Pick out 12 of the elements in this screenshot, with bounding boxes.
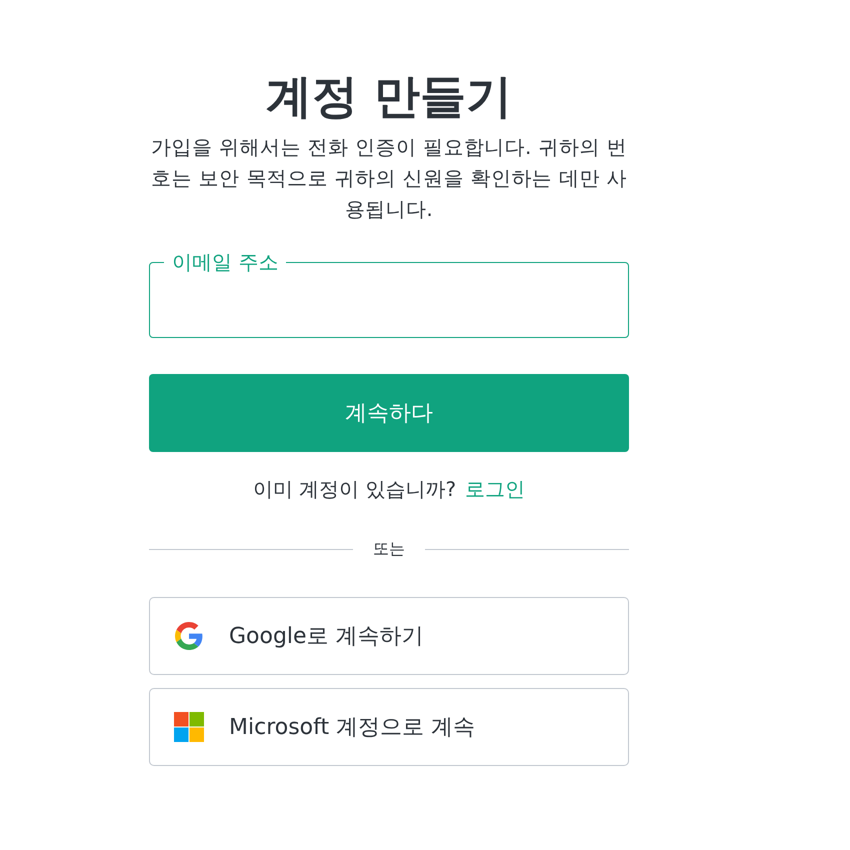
google-g-icon xyxy=(175,622,203,650)
continue-button[interactable]: 계속하다 xyxy=(149,374,629,452)
microsoft-sign-in-button[interactable]: Microsoft 계정으로 계속 xyxy=(149,688,629,766)
four-squares-logo-icon xyxy=(174,712,204,742)
email-field[interactable]: 이메일 주소 xyxy=(149,251,629,338)
divider-text: 또는 xyxy=(373,538,405,560)
email-field-label: 이메일 주소 xyxy=(171,251,280,273)
login-prompt-text: 이미 계정이 있습니까? xyxy=(252,476,456,503)
login-link[interactable]: 로그인 xyxy=(465,474,526,504)
google-sign-in-button[interactable]: Google로 계속하기 xyxy=(149,597,629,675)
description-text: 가입을 위해서는 전화 인증이 필요합니다. 귀하의 번호는 보안 목적으로 귀하의 신원을 확인하는 데만 사용됩니다. xyxy=(150,134,628,223)
page-title: 계정 만들기 xyxy=(264,68,513,125)
